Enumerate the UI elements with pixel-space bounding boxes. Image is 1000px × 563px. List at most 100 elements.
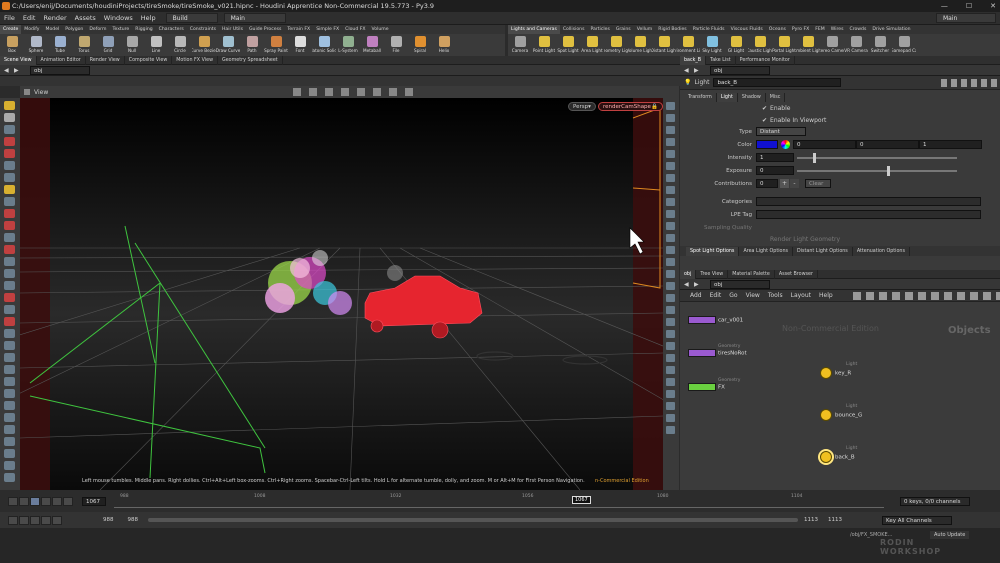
shelf-tool[interactable]: Stereo Camera <box>820 34 844 56</box>
shelf-tab[interactable]: Particles <box>587 25 612 34</box>
shelf-tab[interactable]: Polygon <box>62 25 86 34</box>
tab-motion-fx-view[interactable]: Motion FX View <box>172 55 218 65</box>
display-option-icon[interactable] <box>666 318 675 326</box>
viewport-tool-icon[interactable] <box>4 449 15 458</box>
display-option-icon[interactable] <box>666 258 675 266</box>
tab-animation-editor[interactable]: Animation Editor <box>37 55 86 65</box>
shelf-tab[interactable]: Hair Utils <box>219 25 246 34</box>
display-option-icon[interactable] <box>666 294 675 302</box>
shelf-tool[interactable]: Metaball <box>360 34 384 56</box>
tab-attenuation-options[interactable]: Attenuation Options <box>853 246 910 256</box>
viewport-tool-icon[interactable] <box>4 377 15 386</box>
menu-help[interactable]: Help <box>137 12 160 25</box>
shelf-tab[interactable]: Characters <box>156 25 187 34</box>
tab-shadow[interactable]: Shadow <box>738 92 766 102</box>
display-option-icon[interactable] <box>666 330 675 338</box>
shelf-tool[interactable]: Circle <box>168 34 192 56</box>
viewport-tool-icon[interactable] <box>4 341 15 350</box>
minimize-icon[interactable]: — <box>941 2 948 10</box>
tab-asset-browser[interactable]: Asset Browser <box>775 269 818 279</box>
menu-render[interactable]: Render <box>39 12 70 25</box>
viewport-tool-icon[interactable] <box>4 125 15 134</box>
step-back-icon[interactable] <box>19 496 29 506</box>
shelf-tab-create[interactable]: Create <box>0 25 22 34</box>
display-option-icon[interactable] <box>666 402 675 410</box>
shelf-tool[interactable]: Null <box>120 34 144 56</box>
display-option-icon[interactable] <box>666 102 675 110</box>
plus-icon[interactable]: + <box>780 179 789 188</box>
display-option-icon[interactable] <box>666 162 675 170</box>
display-option-icon[interactable] <box>666 126 675 134</box>
node-name-field[interactable]: back_B <box>713 78 842 87</box>
viewport-tool-icon[interactable] <box>4 353 15 362</box>
network-menu-layout[interactable]: Layout <box>787 292 815 299</box>
viewport-tool-icon[interactable] <box>4 437 15 446</box>
enable-checkbox[interactable]: ✔ <box>762 105 767 112</box>
shelf-tab[interactable]: Terrain FX <box>284 25 313 34</box>
color-r-field[interactable]: 0 <box>793 140 856 149</box>
display-option-icon[interactable] <box>666 234 675 242</box>
network-menu-go[interactable]: Go <box>725 292 741 299</box>
color-b-field[interactable]: 1 <box>919 140 982 149</box>
shelf-tab[interactable]: FEM <box>812 25 828 34</box>
tab-misc[interactable]: Misc <box>766 92 786 102</box>
back-arrow-icon[interactable]: ◀ <box>684 279 689 290</box>
shelf-tab[interactable]: Rigging <box>132 25 155 34</box>
viewport-tool-icon[interactable] <box>4 113 15 122</box>
viewport-tool-icon[interactable] <box>4 161 15 170</box>
display-option-icon[interactable] <box>666 282 675 290</box>
tab-composite-view[interactable]: Composite View <box>125 55 173 65</box>
network-menu-tools[interactable]: Tools <box>764 292 787 299</box>
current-frame-field[interactable]: 1067 <box>82 496 106 506</box>
minus-icon[interactable]: - <box>790 179 799 188</box>
display-option-icon[interactable] <box>666 222 675 230</box>
right-desktop-select[interactable]: Main <box>936 13 996 23</box>
shelf-tool[interactable]: Portal Light <box>772 34 796 56</box>
shelf-tool[interactable]: Switcher <box>868 34 892 56</box>
play-icon[interactable] <box>41 496 51 506</box>
enable-viewport-checkbox[interactable]: ✔ <box>762 117 767 124</box>
viewport-tool-icon[interactable] <box>4 173 15 182</box>
contributions-field[interactable]: 0 <box>756 179 778 188</box>
tab-spot-light-options[interactable]: Spot Light Options <box>686 246 740 256</box>
tab-scene-view[interactable]: Scene View <box>0 55 37 65</box>
tab-area-light-options[interactable]: Area Light Options <box>739 246 794 256</box>
stop-icon[interactable] <box>30 496 40 506</box>
shelf-tab[interactable]: Rigid Bodies <box>655 25 689 34</box>
shelf-tool[interactable]: File <box>384 34 408 56</box>
tab-performance-monitor[interactable]: Performance Monitor <box>736 55 795 65</box>
viewport-tool-icon[interactable] <box>4 149 15 158</box>
camera-select[interactable]: renderCamShape 🔒 <box>598 102 663 111</box>
display-option-icon[interactable] <box>666 198 675 206</box>
forward-arrow-icon[interactable]: ▶ <box>14 65 19 76</box>
range-end[interactable]: 1113 <box>804 517 818 523</box>
light-node-selected[interactable]: Light back_B <box>820 446 857 463</box>
network-path-field[interactable]: obj <box>710 279 770 289</box>
persp-button[interactable]: Persp ▾ <box>568 102 596 111</box>
display-option-icon[interactable] <box>666 390 675 398</box>
shelf-tab[interactable]: Vellum <box>634 25 656 34</box>
display-option-icon[interactable] <box>666 270 675 278</box>
viewer-path-field[interactable]: obj <box>30 65 90 75</box>
range-end-2[interactable]: 1113 <box>828 517 842 523</box>
network-menu-help[interactable]: Help <box>815 292 837 299</box>
params-path-field[interactable]: obj <box>710 65 770 75</box>
shelf-tool[interactable]: Draw Curve <box>216 34 240 56</box>
render-light-geo-label[interactable]: Render Light Geometry <box>770 236 840 243</box>
viewport-tool-icon[interactable] <box>4 461 15 470</box>
color-g-field[interactable]: 0 <box>856 140 919 149</box>
display-option-icon[interactable] <box>666 306 675 314</box>
step-forward-icon[interactable] <box>52 496 62 506</box>
tab-take-list[interactable]: Take List <box>706 55 736 65</box>
display-option-icon[interactable] <box>666 378 675 386</box>
shelf-tool[interactable]: Path <box>240 34 264 56</box>
shelf-tool[interactable]: Spot Light <box>556 34 580 56</box>
shelf-tab[interactable]: Pyro FX <box>789 25 812 34</box>
network-menu-edit[interactable]: Edit <box>706 292 726 299</box>
display-option-icon[interactable] <box>666 414 675 422</box>
shelf-tab[interactable]: Modify <box>21 25 42 34</box>
viewport-tool-icon[interactable] <box>4 245 15 254</box>
range-tool-icon[interactable] <box>52 515 62 525</box>
shelf-tab[interactable]: Volume <box>369 25 392 34</box>
tab-render-view[interactable]: Render View <box>86 55 125 65</box>
